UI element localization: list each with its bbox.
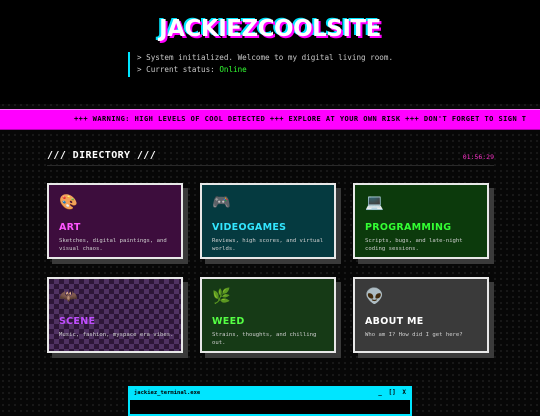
intro-line-status: > Current status: Online [137, 64, 427, 76]
card-weed[interactable]: 🌿 WEED Strains, thoughts, and chilling o… [200, 277, 336, 353]
card-description: Scripts, bugs, and late-night coding ses… [365, 238, 463, 253]
herb-icon: 🌿 [212, 287, 231, 305]
card-scene[interactable]: 🦇 SCENE Music, fashion, myspace era vibe… [47, 277, 183, 353]
maximize-button[interactable]: [] [389, 389, 396, 396]
card-title: ART [59, 222, 81, 233]
marquee-text: +++ WARNING: HIGH LEVELS OF COOL DETECTE… [74, 115, 527, 123]
card-videogames[interactable]: 🎮 VIDEOGAMES Reviews, high scores, and v… [200, 183, 336, 259]
status-value: Online [219, 65, 247, 75]
gamepad-icon: 🎮 [212, 193, 231, 211]
laptop-icon: 💻 [365, 193, 384, 211]
terminal-titlebar[interactable]: jackiez_terminal.exe _ [] X [130, 388, 410, 400]
window-controls: _ [] X [375, 389, 406, 396]
bat-icon: 🦇 [59, 287, 78, 305]
card-programming[interactable]: 💻 PROGRAMMING Scripts, bugs, and late-ni… [353, 183, 489, 259]
card-description: Sketches, digital paintings, and visual … [59, 238, 167, 253]
site-title: JACKIEZCOOLSITE [159, 16, 381, 42]
intro-terminal-text: > System initialized. Welcome to my digi… [128, 52, 427, 77]
card-title: WEED [212, 316, 245, 327]
card-art[interactable]: 🎨 ART Sketches, digital paintings, and v… [47, 183, 183, 259]
clock: 01:56:29 [462, 153, 494, 161]
minimize-button[interactable]: _ [378, 389, 382, 396]
terminal-title: jackiez_terminal.exe [134, 390, 201, 396]
card-title: VIDEOGAMES [212, 222, 287, 233]
alien-icon: 👽 [365, 287, 384, 305]
hero-header: JACKIEZCOOLSITE > System initialized. We… [0, 0, 540, 104]
terminal-window: jackiez_terminal.exe _ [] X [128, 386, 412, 416]
card-title: ABOUT ME [365, 316, 424, 327]
card-description: Reviews, high scores, and virtual worlds… [212, 238, 324, 253]
directory-header: /// DIRECTORY /// 01:56:29 [47, 148, 494, 166]
card-description: Strains, thoughts, and chilling out. [212, 332, 317, 347]
warning-marquee: +++ WARNING: HIGH LEVELS OF COOL DETECTE… [0, 109, 540, 130]
card-title: SCENE [59, 316, 96, 327]
palette-icon: 🎨 [59, 193, 78, 211]
card-description: Who am I? How did I get here? [365, 332, 463, 338]
intro-line-welcome: > System initialized. Welcome to my digi… [137, 53, 394, 62]
close-button[interactable]: X [402, 389, 406, 396]
directory-title: /// DIRECTORY /// [47, 150, 157, 161]
card-about-me[interactable]: 👽 ABOUT ME Who am I? How did I get here? [353, 277, 489, 353]
card-title: PROGRAMMING [365, 222, 452, 233]
card-description: Music, fashion, myspace era vibes. [59, 332, 174, 338]
status-label: > Current status: [137, 65, 215, 75]
